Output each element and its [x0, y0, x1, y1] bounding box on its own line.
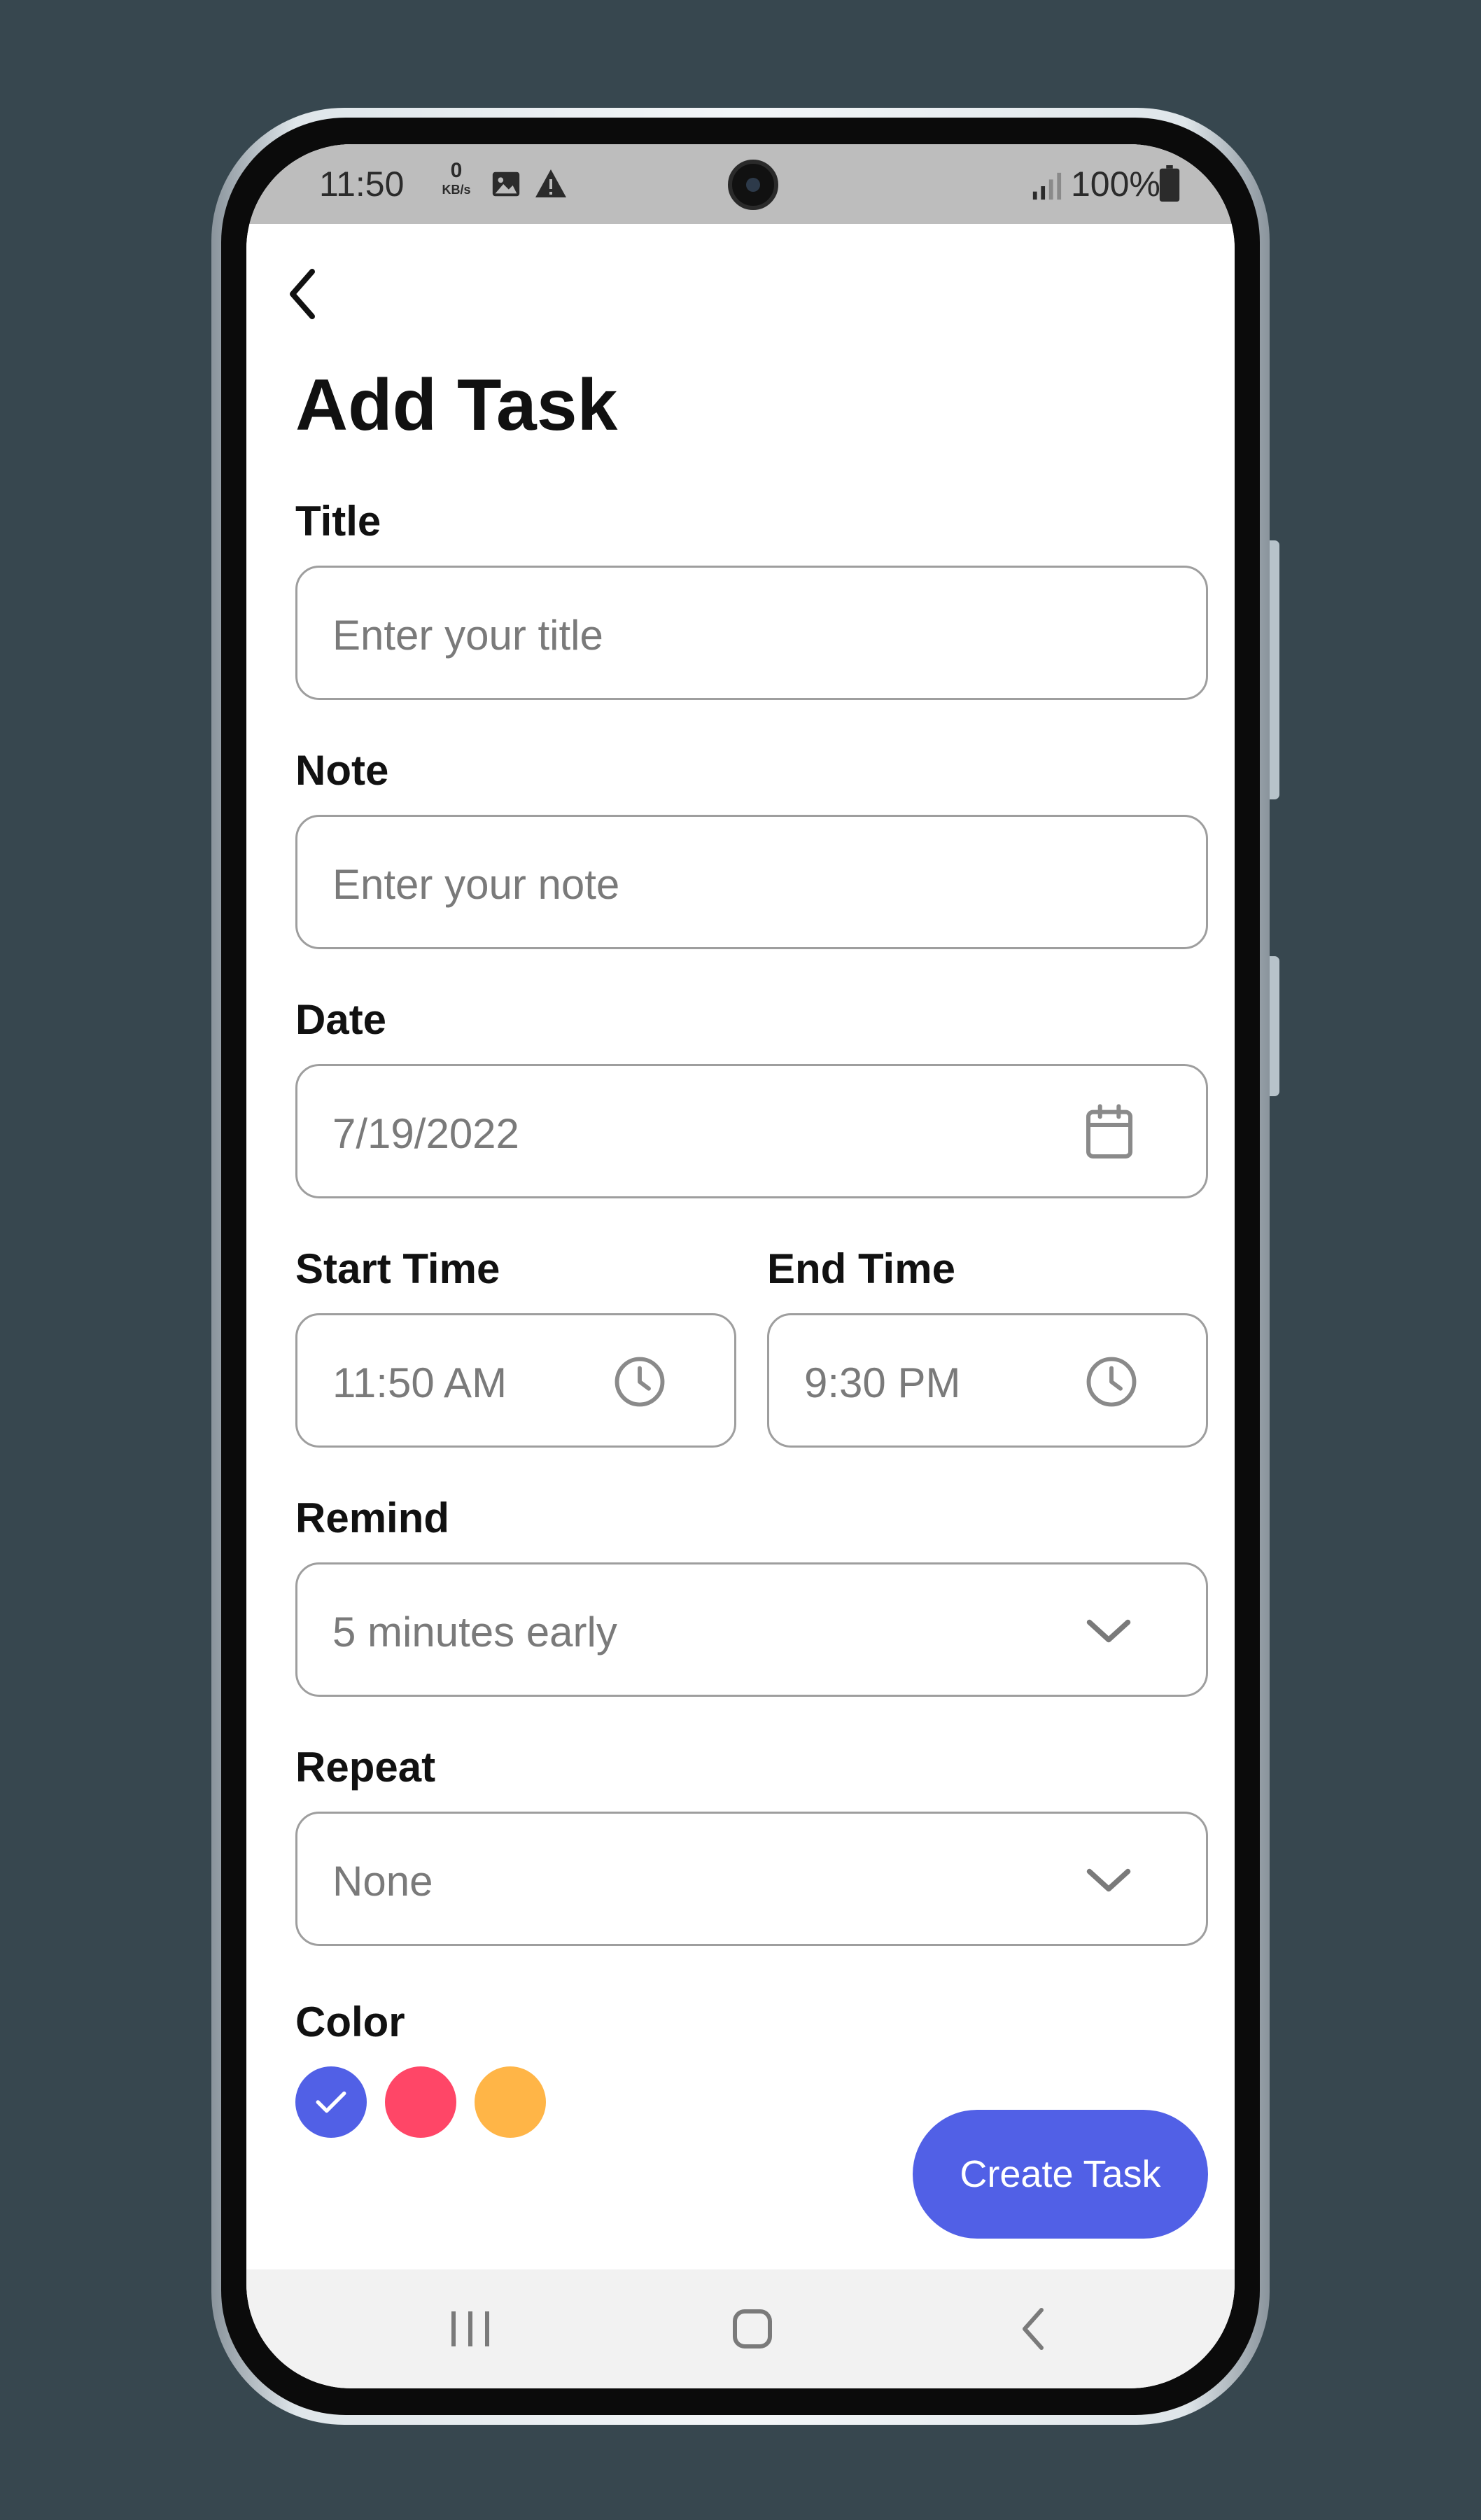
title-input[interactable]: Enter your title — [295, 566, 1208, 700]
chevron-down-icon[interactable] — [1084, 1614, 1133, 1648]
battery-icon — [1159, 165, 1180, 202]
title-placeholder: Enter your title — [332, 612, 603, 659]
battery-percent: 100% — [1071, 164, 1160, 204]
end-time-field[interactable]: 9:30 PM — [767, 1313, 1208, 1448]
image-icon — [492, 172, 520, 197]
end-time-label: End Time — [767, 1245, 955, 1292]
front-camera — [728, 160, 778, 210]
repeat-label: Repeat — [295, 1744, 436, 1791]
note-placeholder: Enter your note — [332, 861, 620, 908]
phone-frame: 11:50 0 KB/s 100% Add Task Title Enter y… — [211, 108, 1279, 2425]
system-nav-bar — [246, 2269, 1235, 2388]
end-time-value: 9:30 PM — [804, 1359, 961, 1406]
start-time-field[interactable]: 11:50 AM — [295, 1313, 736, 1448]
signal-icon — [1032, 172, 1062, 200]
recent-apps-icon[interactable] — [435, 2297, 505, 2360]
color-label: Color — [295, 1998, 405, 2045]
remind-value: 5 minutes early — [332, 1609, 617, 1656]
clock-icon[interactable] — [612, 1354, 667, 1409]
color-option-orange[interactable] — [475, 2066, 546, 2138]
date-value: 7/19/2022 — [332, 1110, 519, 1157]
repeat-value: None — [332, 1858, 433, 1905]
color-option-pink[interactable] — [385, 2066, 456, 2138]
calendar-icon[interactable] — [1081, 1102, 1137, 1161]
page-title: Add Task — [295, 365, 618, 446]
clock-icon[interactable] — [1084, 1354, 1139, 1409]
note-label: Note — [295, 747, 389, 794]
back-arrow-icon[interactable] — [281, 266, 323, 322]
start-time-label: Start Time — [295, 1245, 500, 1292]
date-label: Date — [295, 996, 387, 1043]
power-button — [1270, 956, 1279, 1096]
note-input[interactable]: Enter your note — [295, 815, 1208, 949]
start-time-value: 11:50 AM — [332, 1359, 507, 1406]
add-task-screen: Add Task Title Enter your title Note Ent… — [246, 224, 1235, 2269]
warning-icon — [535, 169, 566, 197]
status-time: 11:50 — [319, 164, 405, 204]
create-task-button[interactable]: Create Task — [913, 2110, 1208, 2239]
title-label: Title — [295, 498, 381, 545]
bezel: 11:50 0 KB/s 100% Add Task Title Enter y… — [221, 118, 1260, 2415]
net-speed-unit: KB/s — [442, 183, 471, 197]
system-back-icon[interactable] — [999, 2297, 1069, 2360]
net-speed: 0 KB/s — [437, 160, 476, 197]
date-field[interactable]: 7/19/2022 — [295, 1064, 1208, 1198]
check-icon — [316, 2091, 346, 2113]
volume-button — [1270, 540, 1279, 799]
repeat-dropdown[interactable]: None — [295, 1812, 1208, 1946]
chevron-down-icon[interactable] — [1084, 1863, 1133, 1898]
screen: 11:50 0 KB/s 100% Add Task Title Enter y… — [246, 144, 1235, 2388]
home-icon[interactable] — [717, 2297, 787, 2360]
remind-label: Remind — [295, 1494, 450, 1541]
remind-dropdown[interactable]: 5 minutes early — [295, 1562, 1208, 1697]
color-option-blue[interactable] — [295, 2066, 367, 2138]
status-bar: 11:50 0 KB/s 100% — [246, 144, 1235, 224]
net-speed-value: 0 — [450, 159, 463, 182]
